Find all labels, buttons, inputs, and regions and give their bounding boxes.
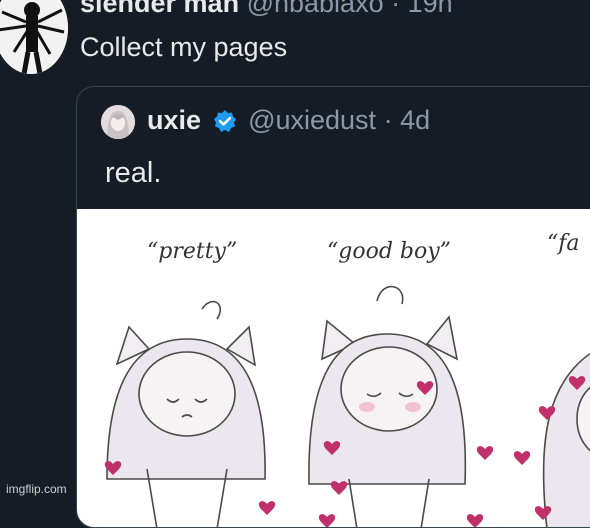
character-good-boy [308, 285, 467, 527]
quoted-tweet-image[interactable]: “pretty” “good boy” “fa [77, 209, 590, 527]
quoted-tweet-card[interactable]: uxie @uxiedust · 4d real. “pretty” “good… [76, 86, 590, 528]
anime-avatar-icon [101, 105, 135, 139]
quoted-avatar[interactable] [101, 105, 135, 139]
quoted-separator: · [383, 105, 393, 135]
character-pretty [106, 300, 266, 527]
slender-man-avatar-icon [0, 0, 68, 74]
quoted-display-name[interactable]: uxie [147, 105, 201, 135]
outer-handle[interactable]: @nbablaxo [247, 0, 384, 18]
imgflip-watermark: imgflip.com [6, 482, 67, 496]
outer-timestamp[interactable]: 19h [408, 0, 453, 18]
character-partial [542, 352, 590, 527]
outer-separator: · [391, 0, 401, 18]
outer-display-name[interactable]: slender man [80, 0, 239, 18]
drawn-characters-illustration [104, 285, 590, 527]
quoted-timestamp[interactable]: 4d [400, 105, 430, 135]
quoted-tweet-header: uxie @uxiedust · 4d [147, 105, 430, 136]
quoted-tweet-text: real. [105, 157, 162, 189]
slender-man-avatar[interactable] [0, 0, 68, 74]
quoted-handle[interactable]: @uxiedust [248, 105, 376, 135]
outer-tweet-header: slender man @nbablaxo · 19h [80, 0, 453, 19]
verified-badge-icon [213, 110, 236, 132]
outer-tweet-text: Collect my pages [80, 32, 288, 62]
